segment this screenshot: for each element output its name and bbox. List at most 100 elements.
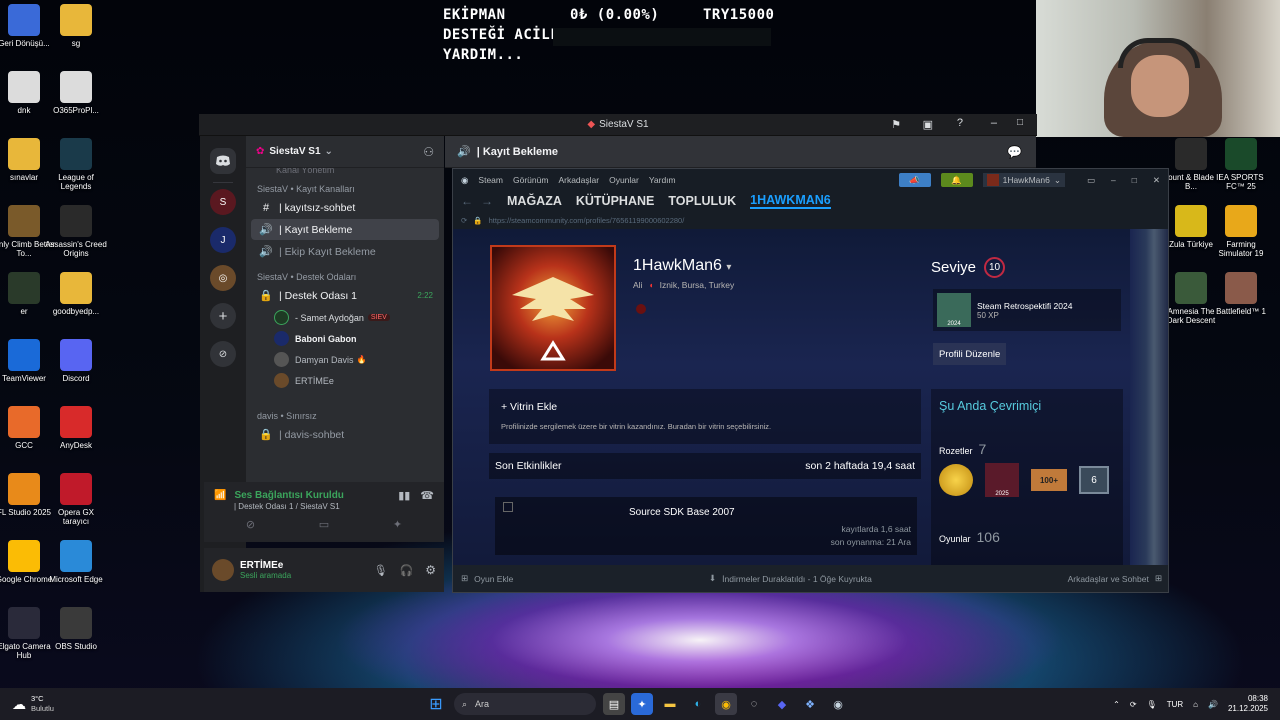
- microphone-icon[interactable]: 🎙: [1147, 700, 1157, 709]
- desktop-icon[interactable]: goodbyedp...: [44, 272, 108, 316]
- server-header[interactable]: ✿ SiestaV S1 ⌄ ⚇: [246, 136, 444, 168]
- discord-icon[interactable]: ◆: [771, 693, 793, 715]
- desktop-icon[interactable]: sg: [44, 4, 108, 48]
- friends-chat-button[interactable]: Arkadaşlar ve Sohbet: [1068, 574, 1149, 584]
- invite-people-icon[interactable]: ⚇: [423, 145, 434, 159]
- channel-kayitsiz-sohbet[interactable]: # | kayıtsız-sohbet: [251, 197, 439, 218]
- profile-avatar[interactable]: [490, 245, 616, 371]
- weather-widget[interactable]: ☁ 3°C Bulutlu: [12, 694, 132, 714]
- refresh-icon[interactable]: ⟳: [461, 216, 467, 225]
- announcement-button[interactable]: 📣: [898, 173, 931, 187]
- steam-icon[interactable]: ◉: [827, 693, 849, 715]
- app-icon[interactable]: ❖: [799, 693, 821, 715]
- nav-topluluk[interactable]: TOPLULUK: [668, 194, 736, 208]
- windows-start-icon[interactable]: ⊞: [425, 693, 447, 715]
- server-siestav-icon[interactable]: S: [210, 189, 236, 215]
- microphone-icon[interactable]: 🎙: [374, 564, 388, 577]
- language-indicator[interactable]: TUR: [1167, 700, 1183, 709]
- desktop-icon[interactable]: Battlefield™ 1: [1209, 272, 1273, 316]
- inbox-icon[interactable]: ▣: [923, 118, 933, 131]
- nav-profile[interactable]: 1HAWKMAN6: [750, 193, 831, 209]
- add-game-button[interactable]: Oyun Ekle: [474, 574, 513, 584]
- voice-user[interactable]: ERTİMEe: [246, 370, 444, 391]
- gold-coin-badge-icon[interactable]: [939, 464, 973, 496]
- profile-name[interactable]: 1HawkMan6 ▾: [633, 257, 731, 275]
- github-icon[interactable]: ◌: [743, 693, 765, 715]
- server-juven-icon[interactable]: J: [210, 227, 236, 253]
- desktop-icon[interactable]: Microsoft Edge: [44, 540, 108, 584]
- category-destek[interactable]: SiestaV • Destek Odaları: [246, 266, 444, 284]
- category-davis[interactable]: davis • Sınırsız: [246, 405, 444, 423]
- steam-2025-badge-icon[interactable]: 2025: [985, 463, 1019, 497]
- task-view-icon[interactable]: ▤: [603, 693, 625, 715]
- desktop-icon[interactable]: Discord: [44, 339, 108, 383]
- edge-icon[interactable]: ◐: [687, 693, 709, 715]
- level-badge[interactable]: 10: [984, 257, 1006, 278]
- desktop-icon[interactable]: AnyDesk: [44, 406, 108, 450]
- screen-share-icon[interactable]: ▭: [319, 518, 329, 531]
- network-icon[interactable]: ⌂: [1193, 700, 1198, 709]
- notification-button[interactable]: 🔔: [940, 173, 973, 187]
- menu-oyunlar[interactable]: Oyunlar: [609, 175, 639, 185]
- volume-icon[interactable]: 🔊: [1208, 700, 1218, 709]
- badges-header[interactable]: Rozetler 7: [939, 441, 986, 457]
- channel-destek-odasi-1[interactable]: 🔒 | Destek Odası 1 2:22: [251, 285, 439, 306]
- category-kayit[interactable]: SiestaV • Kayıt Kanalları: [246, 178, 444, 196]
- friends-icon[interactable]: ⊞: [1155, 573, 1162, 584]
- headphones-icon[interactable]: 🎧: [400, 564, 414, 577]
- desktop-icon[interactable]: League of Legends: [44, 138, 108, 191]
- menu-gorunum[interactable]: Görünüm: [513, 175, 548, 185]
- big-picture-icon[interactable]: ▭: [1087, 175, 1095, 186]
- disconnect-icon[interactable]: ☎: [420, 489, 434, 502]
- sync-icon[interactable]: ⟳: [1130, 700, 1137, 709]
- voice-user[interactable]: Baboni Gabon: [246, 328, 444, 349]
- close-icon[interactable]: ✕: [1153, 175, 1160, 186]
- desktop-icon[interactable]: Opera GX tarayıcı: [44, 473, 108, 526]
- desktop-icon[interactable]: Assassin's Creed Origins: [44, 205, 108, 258]
- chrome-icon[interactable]: ◉: [715, 693, 737, 715]
- edit-profile-button[interactable]: Profili Düzenle: [933, 343, 1007, 365]
- server-compass-icon[interactable]: ◎: [210, 265, 236, 291]
- chevron-down-icon[interactable]: ▾: [726, 262, 731, 273]
- menu-yardim[interactable]: Yardım: [649, 175, 676, 185]
- add-icon[interactable]: ⊞: [461, 573, 468, 584]
- help-icon[interactable]: ?: [957, 117, 963, 129]
- menu-arkadaslar[interactable]: Arkadaşlar: [558, 175, 599, 185]
- maximize-icon[interactable]: □: [1017, 117, 1023, 128]
- menu-steam[interactable]: Steam: [478, 175, 503, 185]
- maximize-icon[interactable]: □: [1132, 175, 1137, 185]
- settings-gear-icon[interactable]: ⚙: [425, 563, 436, 577]
- channel-davis-sohbet[interactable]: 🔒 | davis-sohbet: [251, 424, 439, 445]
- desktop-icon[interactable]: EA SPORTS FC™ 25: [1209, 138, 1273, 191]
- channel-ekip-kayit[interactable]: 🔊 | Ekip Kayıt Bekleme: [251, 241, 439, 262]
- nav-kutuphane[interactable]: KÜTÜPHANE: [576, 194, 654, 208]
- copilot-icon[interactable]: ✦: [631, 693, 653, 715]
- clock[interactable]: 08:38 21.12.2025: [1228, 694, 1268, 714]
- games-header[interactable]: Oyunlar 106: [939, 529, 1000, 545]
- years-badge-icon[interactable]: 6: [1079, 466, 1109, 494]
- chat-icon[interactable]: 💬: [1007, 145, 1022, 159]
- discord-home-icon[interactable]: [210, 148, 236, 174]
- add-server-icon[interactable]: +: [210, 303, 236, 329]
- search-box[interactable]: ⌕ Ara: [454, 693, 596, 715]
- file-explorer-icon[interactable]: ▬: [659, 693, 681, 715]
- forward-arrow-icon[interactable]: →: [481, 194, 493, 208]
- activity-icon[interactable]: ✦: [393, 518, 402, 531]
- nav-magaza[interactable]: MAĞAZA: [507, 194, 562, 208]
- url-bar[interactable]: ⟳ 🔒 https://steamcommunity.com/profiles/…: [453, 211, 1168, 229]
- desktop-icon[interactable]: OBS Studio: [44, 607, 108, 651]
- explore-icon[interactable]: ⊘: [210, 341, 236, 367]
- game-activity-row[interactable]: Source SDK Base 2007 kayıtlarda 1,6 saat…: [495, 497, 917, 555]
- showcase-panel[interactable]: + Vitrin Ekle Profilinizde sergilemek üz…: [489, 389, 921, 444]
- desktop-icon[interactable]: Farming Simulator 19: [1209, 205, 1273, 258]
- minimize-icon[interactable]: –: [1111, 175, 1116, 185]
- back-arrow-icon[interactable]: ←: [461, 194, 473, 208]
- featured-badge[interactable]: 2024 Steam Retrospektifi 2024 50 XP: [933, 289, 1121, 331]
- hundred-plus-badge-icon[interactable]: 100+: [1031, 469, 1067, 491]
- account-menu[interactable]: 1HawkMan6 ⌄: [982, 173, 1065, 187]
- channel-kayit-bekleme[interactable]: 🔊 | Kayıt Bekleme: [251, 219, 439, 240]
- avatar[interactable]: [212, 559, 234, 581]
- minimize-icon[interactable]: –: [991, 117, 997, 129]
- noise-icon[interactable]: ▮▮: [398, 489, 410, 502]
- flag-icon[interactable]: ⚑: [891, 118, 901, 131]
